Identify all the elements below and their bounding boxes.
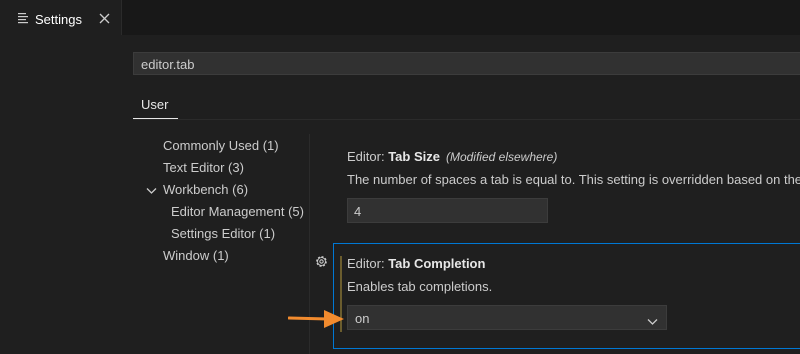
search-input-value: editor.tab bbox=[141, 57, 195, 72]
chevron-down-icon bbox=[647, 314, 658, 329]
settings-list-icon bbox=[18, 12, 28, 27]
tab-user-label: User bbox=[141, 97, 169, 112]
setting-title-tab-completion: Editor: Tab Completion bbox=[347, 256, 486, 271]
editor-tab-bar: Settings bbox=[0, 0, 800, 35]
tab-label: Settings bbox=[35, 12, 82, 27]
toc-item-workbench[interactable]: Workbench (6) bbox=[163, 182, 248, 197]
tab-settings[interactable]: Settings bbox=[0, 0, 122, 35]
tab-completion-select[interactable]: on bbox=[347, 305, 667, 330]
header-divider bbox=[133, 119, 800, 120]
toc-item-commonly-used[interactable]: Commonly Used (1) bbox=[163, 138, 279, 153]
arrow-annotation-icon bbox=[287, 307, 346, 334]
tab-user[interactable]: User bbox=[133, 96, 178, 119]
toc-item-text-editor[interactable]: Text Editor (3) bbox=[163, 160, 244, 175]
toc-item-settings-editor[interactable]: Settings Editor (1) bbox=[171, 226, 275, 241]
tab-size-input[interactable]: 4 bbox=[347, 198, 548, 223]
setting-description-tab-size: The number of spaces a tab is equal to. … bbox=[347, 172, 800, 187]
gear-icon[interactable] bbox=[314, 254, 329, 272]
modified-elsewhere-link[interactable]: (Modified elsewhere) bbox=[446, 150, 557, 164]
toc-item-editor-management[interactable]: Editor Management (5) bbox=[171, 204, 304, 219]
close-icon[interactable] bbox=[99, 12, 110, 27]
setting-description-tab-completion: Enables tab completions. bbox=[347, 279, 493, 294]
setting-title-tab-size: Editor: Tab Size (Modified elsewhere) bbox=[347, 149, 558, 164]
tab-completion-value: on bbox=[355, 311, 370, 326]
toc-item-window[interactable]: Window (1) bbox=[163, 248, 229, 263]
settings-search-input[interactable]: editor.tab bbox=[133, 52, 800, 75]
chevron-down-icon[interactable] bbox=[146, 183, 157, 198]
tab-size-value: 4 bbox=[354, 204, 362, 219]
